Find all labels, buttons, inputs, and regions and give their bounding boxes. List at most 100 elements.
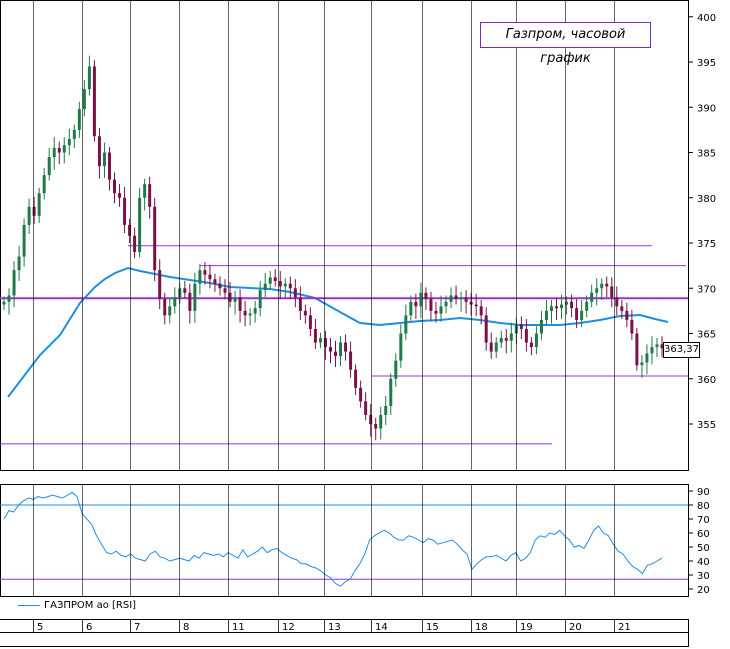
price-panel bbox=[0, 0, 689, 471]
candle-body bbox=[92, 66, 96, 137]
candle-body bbox=[168, 306, 172, 316]
candle-body bbox=[148, 184, 152, 207]
candle-body bbox=[620, 306, 624, 311]
date-tick-label: 21 bbox=[618, 622, 631, 633]
candle-body bbox=[364, 401, 368, 415]
candle-body bbox=[243, 310, 247, 316]
candle-body bbox=[459, 297, 463, 300]
rsi-legend: ГАЗПРОМ ао [RSI] bbox=[18, 600, 136, 611]
candle-body bbox=[519, 324, 523, 329]
candle-body bbox=[339, 342, 343, 357]
candle-body bbox=[359, 387, 363, 402]
price-tick-label: 360 bbox=[697, 375, 716, 386]
candle-body bbox=[218, 283, 222, 289]
candle-body bbox=[158, 270, 162, 300]
candle-body bbox=[273, 277, 277, 282]
date-tick-label: 12 bbox=[282, 622, 295, 633]
candle-body bbox=[469, 301, 473, 305]
chart-title: Газпром, часовой график bbox=[480, 22, 651, 66]
candle-body bbox=[419, 292, 423, 307]
price-tick-label: 390 bbox=[697, 103, 716, 114]
candle-body bbox=[650, 347, 654, 354]
candle-body bbox=[133, 235, 137, 253]
candle-body bbox=[585, 301, 589, 311]
rsi-tick-label: 20 bbox=[697, 585, 710, 596]
price-tick-label: 355 bbox=[697, 420, 716, 431]
candle-body bbox=[118, 193, 122, 198]
price-tick-label: 370 bbox=[697, 284, 716, 295]
candle-body bbox=[499, 338, 503, 343]
candle-body bbox=[288, 283, 292, 289]
candle bbox=[92, 60, 96, 142]
rsi-tick-label: 30 bbox=[697, 571, 710, 582]
candle-body bbox=[263, 283, 267, 291]
rsi-legend-label: ГАЗПРОМ ао [RSI] bbox=[44, 600, 137, 611]
candle-body bbox=[163, 299, 167, 316]
date-tick-label: 13 bbox=[328, 622, 341, 633]
candle-body bbox=[524, 328, 528, 343]
candle-body bbox=[143, 184, 147, 198]
rsi-tick-label: 40 bbox=[697, 557, 710, 568]
date-tick-label: 14 bbox=[375, 622, 388, 633]
candle-body bbox=[62, 145, 66, 153]
candle-body bbox=[318, 338, 322, 343]
price-y-axis: 355 360 365 370 375 380 385 390 395 400 bbox=[688, 13, 716, 431]
price-tick-label: 365 bbox=[697, 330, 716, 341]
candle-body bbox=[283, 283, 287, 287]
candle-body bbox=[248, 313, 252, 316]
candle-body bbox=[107, 152, 111, 180]
candle-body bbox=[238, 297, 242, 311]
candle-body bbox=[444, 301, 448, 307]
candle-body bbox=[399, 333, 403, 361]
candle-body bbox=[193, 283, 197, 311]
candle-body bbox=[655, 344, 659, 348]
candle-body bbox=[7, 295, 11, 302]
candle-body bbox=[409, 301, 413, 316]
candle-body bbox=[253, 308, 257, 314]
candle-body bbox=[379, 414, 383, 429]
date-tick-label: 15 bbox=[426, 622, 439, 633]
price-tick-label: 400 bbox=[697, 13, 716, 24]
candle-body bbox=[188, 292, 192, 311]
candle-body bbox=[313, 328, 317, 343]
date-tick-label: 8 bbox=[183, 622, 189, 633]
candle-body bbox=[374, 424, 378, 429]
candle-body bbox=[102, 152, 106, 167]
candle-body bbox=[32, 206, 36, 216]
candle-body bbox=[529, 342, 533, 348]
candle-body bbox=[153, 206, 157, 271]
candle-body bbox=[484, 315, 488, 343]
candle-body bbox=[67, 138, 71, 146]
candle-body bbox=[27, 206, 31, 225]
candle-body bbox=[228, 292, 232, 302]
candle-body bbox=[494, 342, 498, 352]
price-tick-label: 375 bbox=[697, 239, 716, 250]
rsi-tick-label: 50 bbox=[697, 543, 710, 554]
candle-body bbox=[268, 277, 272, 284]
candle-body bbox=[208, 274, 212, 280]
rsi-tick-label: 60 bbox=[697, 529, 710, 540]
date-tick-label: 7 bbox=[134, 622, 140, 633]
candle-body bbox=[223, 288, 227, 293]
rsi-y-axis: 20 30 40 50 60 70 80 90 bbox=[688, 487, 710, 596]
candle-body bbox=[394, 360, 398, 379]
candle-body bbox=[424, 292, 428, 300]
candle-body bbox=[645, 353, 649, 363]
date-tick-label: 19 bbox=[520, 622, 533, 633]
candle-body bbox=[575, 308, 579, 320]
candle-body bbox=[560, 304, 564, 309]
date-tick-label: 6 bbox=[86, 622, 92, 633]
candle-body bbox=[549, 306, 553, 311]
candle-body bbox=[183, 288, 187, 293]
candle-body bbox=[97, 136, 101, 167]
price-tick-label: 380 bbox=[697, 194, 716, 205]
candle-body bbox=[464, 297, 468, 302]
price-tick-label: 385 bbox=[697, 149, 716, 160]
candle-body bbox=[489, 342, 493, 352]
candle-body bbox=[113, 179, 117, 194]
price-tick-label: 395 bbox=[697, 58, 716, 69]
candle-body bbox=[404, 315, 408, 334]
candle-body bbox=[198, 270, 202, 284]
candle-body bbox=[57, 147, 61, 153]
candle-body bbox=[82, 89, 86, 110]
